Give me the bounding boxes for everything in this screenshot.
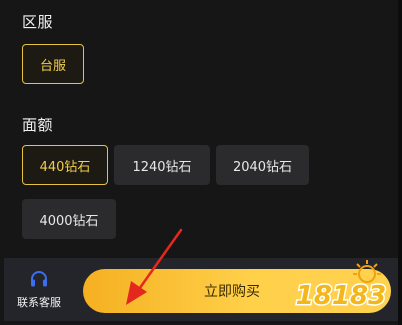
headset-icon [31,271,47,287]
buy-now-label: 立即购买 [204,284,260,300]
right-edge-divider [398,0,402,325]
region-section-title: 区服 [22,13,54,31]
denomination-option-1240[interactable]: 1240钻石 [114,145,210,185]
denomination-option-440[interactable]: 440钻石 [22,145,108,185]
contact-service-button[interactable]: 联系客服 [9,270,69,314]
denomination-option-4000[interactable]: 4000钻石 [22,199,116,239]
denomination-option-2040[interactable]: 2040钻石 [216,145,309,185]
denomination-section-title: 面额 [22,116,54,134]
purchase-page: 区服 台服 面额 440钻石 1240钻石 2040钻石 4000钻石 联系客服… [0,0,402,325]
svg-text:18183: 18183 [296,281,386,311]
region-option-label: 台服 [39,58,66,74]
denomination-option-label: 440钻石 [39,159,91,175]
denomination-option-label: 2040钻石 [232,159,293,175]
contact-service-label: 联系客服 [17,296,61,309]
region-option-tw[interactable]: 台服 [22,44,84,84]
denomination-option-label: 4000钻石 [39,213,99,229]
site-watermark-logo: 18183 [294,260,388,313]
denomination-option-label: 1240钻石 [132,159,192,175]
